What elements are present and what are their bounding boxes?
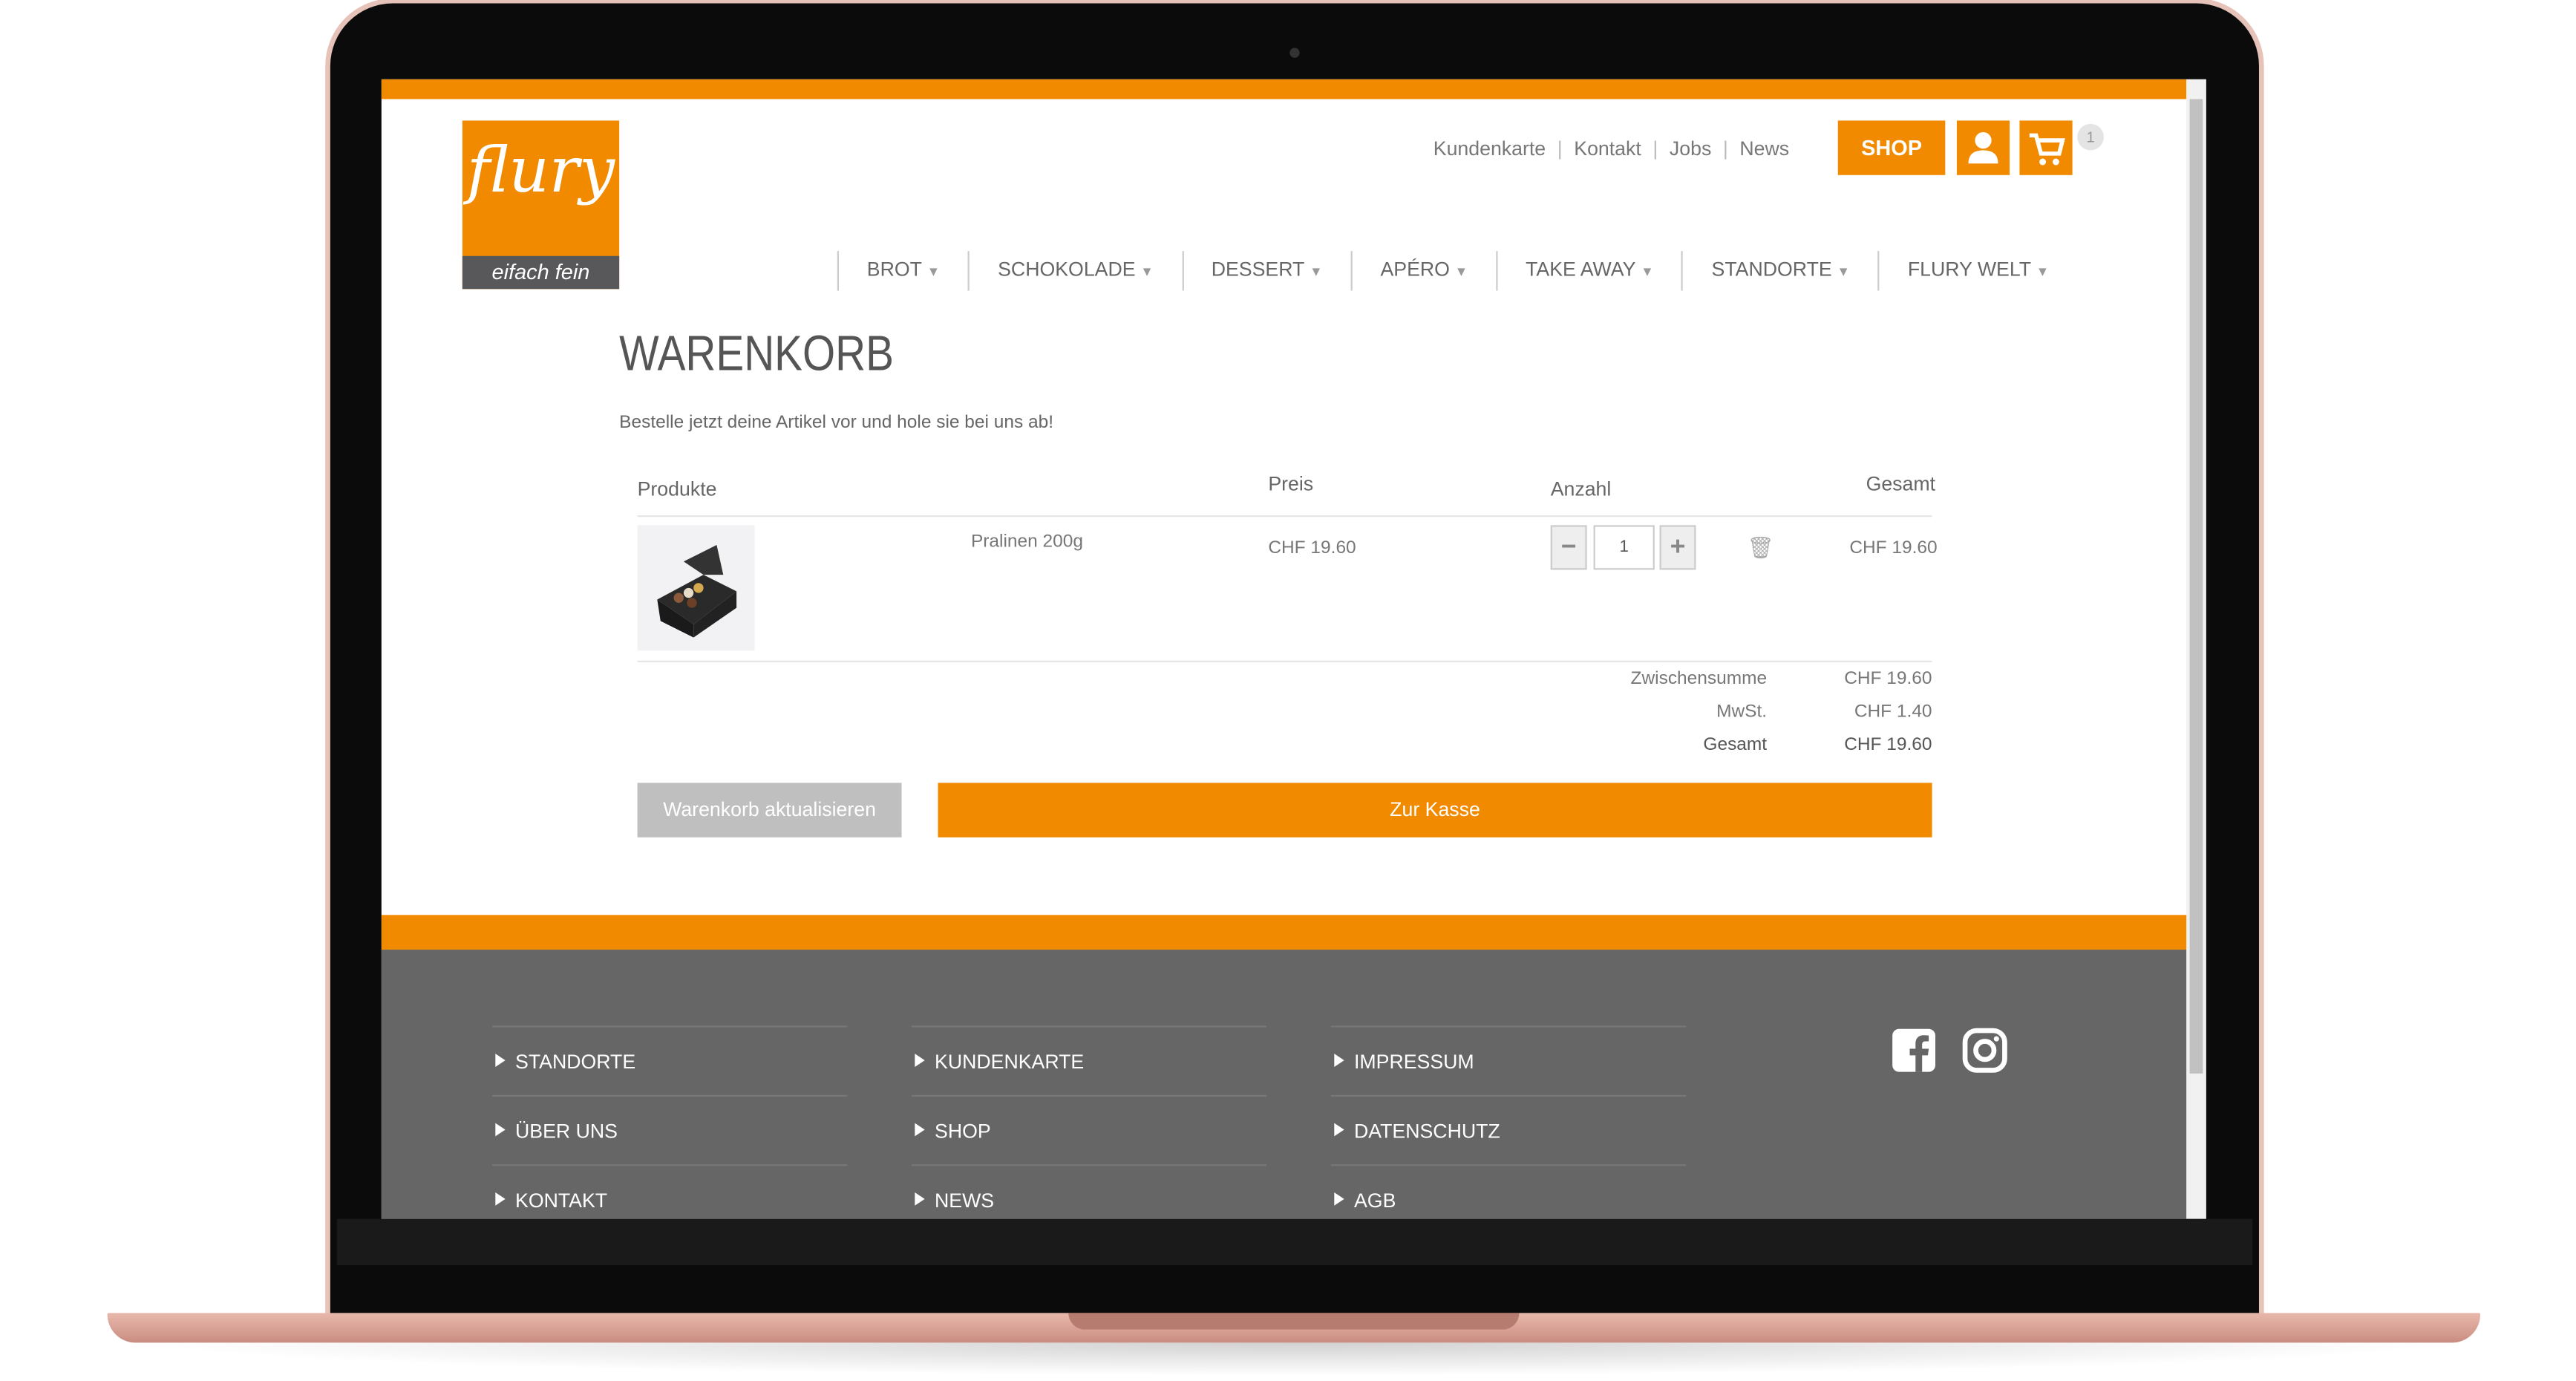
camera	[1289, 48, 1300, 58]
page-subtitle: Bestelle jetzt deine Artikel vor und hol…	[619, 413, 1054, 433]
scrollbar-thumb[interactable]	[2189, 99, 2203, 1074]
decrease-quantity-button[interactable]: −	[1550, 525, 1587, 570]
nav-standorte[interactable]: STANDORTE ▼	[1681, 251, 1878, 291]
col-total: Gesamt	[1866, 472, 1936, 496]
product-total: CHF 19.60	[1849, 538, 1938, 558]
praline-box-image	[657, 545, 737, 638]
caret-down-icon: ▼	[1140, 264, 1154, 279]
update-cart-button[interactable]: Warenkorb aktualisieren	[637, 783, 902, 838]
top-bar	[381, 79, 2187, 99]
subtotal-label: Zwischensumme	[1630, 668, 1768, 689]
increase-quantity-button[interactable]: +	[1659, 525, 1696, 570]
caret-down-icon: ▼	[1641, 264, 1654, 279]
nav-dessert[interactable]: DESSERT ▼	[1181, 251, 1351, 291]
footer-col-2: KUNDENKARTE SHOP NEWS	[911, 1025, 1267, 1218]
laptop-bezel	[336, 1218, 2253, 1265]
product-price: CHF 19.60	[1268, 538, 1356, 558]
footer-band	[381, 915, 2187, 950]
account-button[interactable]	[1956, 120, 2010, 175]
footer-link-standorte[interactable]: STANDORTE	[491, 1025, 848, 1094]
footer-link-agb[interactable]: AGB	[1330, 1164, 1687, 1218]
top-links: Kundenkarte | Kontakt | Jobs | News	[1433, 137, 1790, 160]
footer-col-3: IMPRESSUM DATENSCHUTZ AGB	[1330, 1025, 1687, 1218]
link-kundenkarte[interactable]: Kundenkarte	[1434, 137, 1546, 160]
footer: STANDORTE ÜBER UNS KONTAKT KUNDENKARTE S…	[381, 950, 2187, 1219]
product-image[interactable]	[637, 525, 755, 651]
caret-down-icon: ▼	[2036, 264, 2050, 279]
facebook-icon[interactable]	[1891, 1028, 1937, 1074]
nav-brot[interactable]: BROT ▼	[837, 251, 968, 291]
checkout-button[interactable]: Zur Kasse	[938, 783, 1932, 838]
logo[interactable]: flury eifach fein	[462, 120, 620, 290]
page-title: WARENKORB	[619, 327, 894, 382]
laptop-shadow	[148, 1342, 2445, 1376]
divider	[637, 515, 1932, 518]
footer-link-impressum[interactable]: IMPRESSUM	[1330, 1025, 1687, 1094]
footer-link-datenschutz[interactable]: DATENSCHUTZ	[1330, 1094, 1687, 1164]
nav-take-away[interactable]: TAKE AWAY ▼	[1496, 251, 1681, 291]
instagram-icon[interactable]	[1962, 1028, 2008, 1074]
caret-down-icon: ▼	[1454, 264, 1468, 279]
browser-screen: flury eifach fein Kundenkarte | Kontakt | Jo…	[381, 79, 2206, 1219]
vat-value: CHF 1.40	[1854, 702, 1932, 722]
total-value: CHF 19.60	[1844, 734, 1932, 755]
shop-button[interactable]: SHOP	[1837, 120, 1946, 175]
caret-down-icon: ▼	[926, 264, 941, 279]
trash-icon[interactable]: 🗑	[1747, 535, 1774, 562]
nav-apero[interactable]: APÉRO ▼	[1350, 251, 1496, 291]
link-kontakt[interactable]: Kontakt	[1574, 137, 1641, 160]
cart-count-badge: 1	[2077, 123, 2104, 151]
footer-link-ueber-uns[interactable]: ÜBER UNS	[491, 1094, 848, 1164]
col-quantity: Anzahl	[1550, 477, 1612, 500]
caret-down-icon: ▼	[1309, 264, 1323, 279]
link-news[interactable]: News	[1739, 137, 1789, 160]
user-icon	[1968, 131, 1998, 164]
footer-link-kundenkarte[interactable]: KUNDENKARTE	[911, 1025, 1267, 1094]
footer-link-shop[interactable]: SHOP	[911, 1094, 1267, 1164]
cart-icon	[2029, 133, 2065, 166]
footer-link-news[interactable]: NEWS	[911, 1164, 1267, 1218]
main-nav: BROT ▼ SCHOKOLADE ▼ DESSERT ▼ APÉRO ▼ TAKE A…	[837, 251, 2077, 291]
quantity-input[interactable]: 1	[1593, 525, 1655, 570]
logo-text: flury	[466, 134, 615, 207]
subtotal-value: CHF 19.60	[1844, 668, 1932, 689]
product-name[interactable]: Pralinen 200g	[971, 532, 1083, 552]
divider	[637, 660, 1932, 662]
total-label: Gesamt	[1703, 734, 1768, 755]
nav-flury-welt[interactable]: FLURY WELT ▼	[1877, 251, 2077, 291]
col-products: Produkte	[637, 477, 717, 500]
vat-label: MwSt.	[1716, 702, 1768, 722]
link-jobs[interactable]: Jobs	[1670, 137, 1711, 160]
nav-schokolade[interactable]: SCHOKOLADE ▼	[968, 251, 1182, 291]
footer-col-1: STANDORTE ÜBER UNS KONTAKT	[491, 1025, 848, 1218]
logo-tagline: eifach fein	[462, 255, 620, 290]
footer-link-kontakt[interactable]: KONTAKT	[491, 1164, 848, 1218]
col-price: Preis	[1268, 472, 1314, 496]
caret-down-icon: ▼	[1837, 264, 1851, 279]
cart-button[interactable]	[2019, 120, 2073, 175]
laptop-notch	[1068, 1313, 1520, 1330]
